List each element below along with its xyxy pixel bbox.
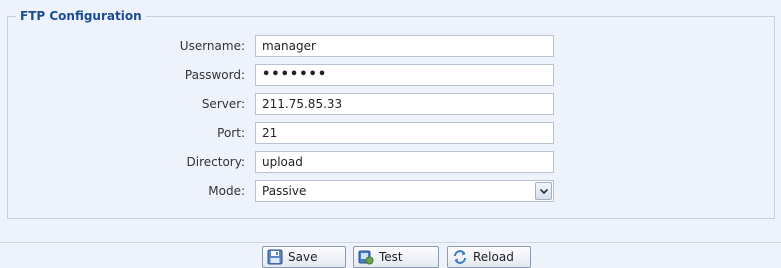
save-button-label: Save [288, 250, 318, 264]
mode-selected-value: Passive [262, 184, 307, 198]
section-title: FTP Configuration [16, 8, 146, 24]
directory-input[interactable]: upload [255, 151, 554, 173]
chevron-down-icon [540, 189, 548, 194]
test-button-label: Test [379, 250, 403, 264]
server-label: Server: [201, 97, 245, 111]
password-label: Password: [184, 68, 245, 82]
username-input[interactable]: manager [255, 35, 554, 57]
mode-dropdown-button[interactable] [535, 182, 552, 200]
mode-label: Mode: [208, 184, 245, 198]
password-input[interactable]: ••••••• [255, 64, 554, 86]
test-connection-icon [358, 249, 374, 265]
server-input[interactable]: 211.75.85.33 [255, 93, 554, 115]
directory-row: Directory: upload [0, 151, 781, 173]
directory-label: Directory: [186, 155, 245, 169]
username-label: Username: [179, 39, 245, 53]
reload-arrows-icon [452, 249, 468, 265]
floppy-disk-icon [267, 249, 283, 265]
port-label: Port: [217, 126, 245, 140]
port-input[interactable]: 21 [255, 122, 554, 144]
reload-button-label: Reload [473, 250, 514, 264]
port-row: Port: 21 [0, 122, 781, 144]
mode-row: Mode: Passive [0, 180, 781, 202]
password-row: Password: ••••••• [0, 64, 781, 86]
button-bar: Save Test Reload [0, 242, 781, 268]
username-row: Username: manager [0, 35, 781, 57]
server-row: Server: 211.75.85.33 [0, 93, 781, 115]
mode-select[interactable]: Passive [255, 180, 554, 202]
